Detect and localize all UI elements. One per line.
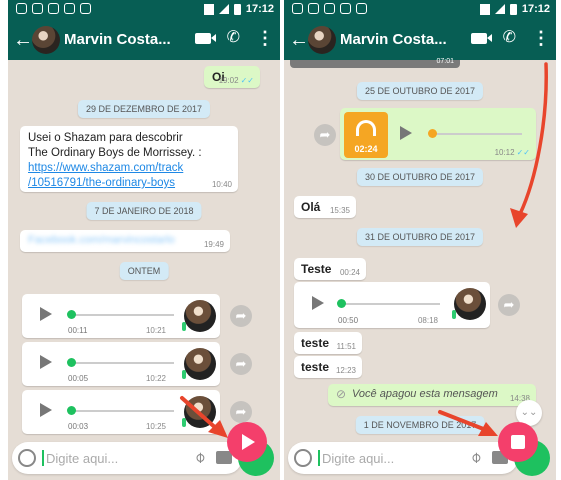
left-phone-screen: 17:12 ← Marvin Costa... ✆ ⋮ Oi 19:02 ✓✓ 2… — [8, 0, 280, 480]
right-phone-screen: 17:12 ← Marvin Costa... ✆ ⋮ 07:01 25 DE … — [284, 0, 556, 480]
annotation-arrow — [180, 396, 228, 438]
annotation-arrow — [438, 62, 548, 436]
